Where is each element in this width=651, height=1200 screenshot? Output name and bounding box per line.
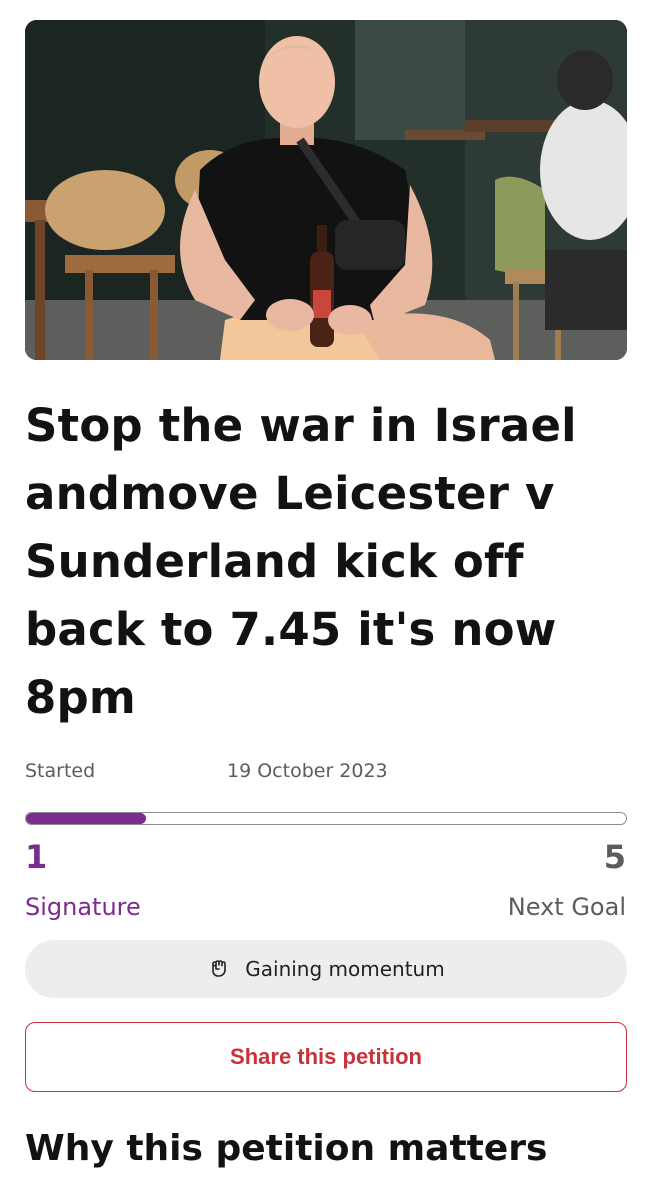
- signature-progress-bar: [25, 812, 627, 825]
- signature-count-label: Signature: [25, 893, 141, 921]
- goal-count-label: Next Goal: [507, 893, 626, 921]
- started-date: 19 October 2023: [227, 760, 388, 782]
- why-petition-heading: Why this petition matters: [25, 1128, 548, 1169]
- petition-page: Stop the war in Israel andmove Leicester…: [0, 0, 651, 1200]
- signature-progress-fill: [26, 813, 146, 824]
- photo-illustration: [25, 20, 627, 360]
- share-petition-button[interactable]: Share this petition: [25, 1022, 627, 1092]
- petition-title: Stop the war in Israel andmove Leicester…: [25, 399, 577, 724]
- raised-fist-icon: [207, 957, 231, 981]
- signature-count: 1: [25, 838, 48, 876]
- started-label: Started: [25, 760, 96, 782]
- goal-count: 5: [603, 838, 626, 876]
- momentum-badge: Gaining momentum: [25, 940, 627, 998]
- momentum-label: Gaining momentum: [245, 957, 445, 981]
- petition-photo: [25, 20, 627, 360]
